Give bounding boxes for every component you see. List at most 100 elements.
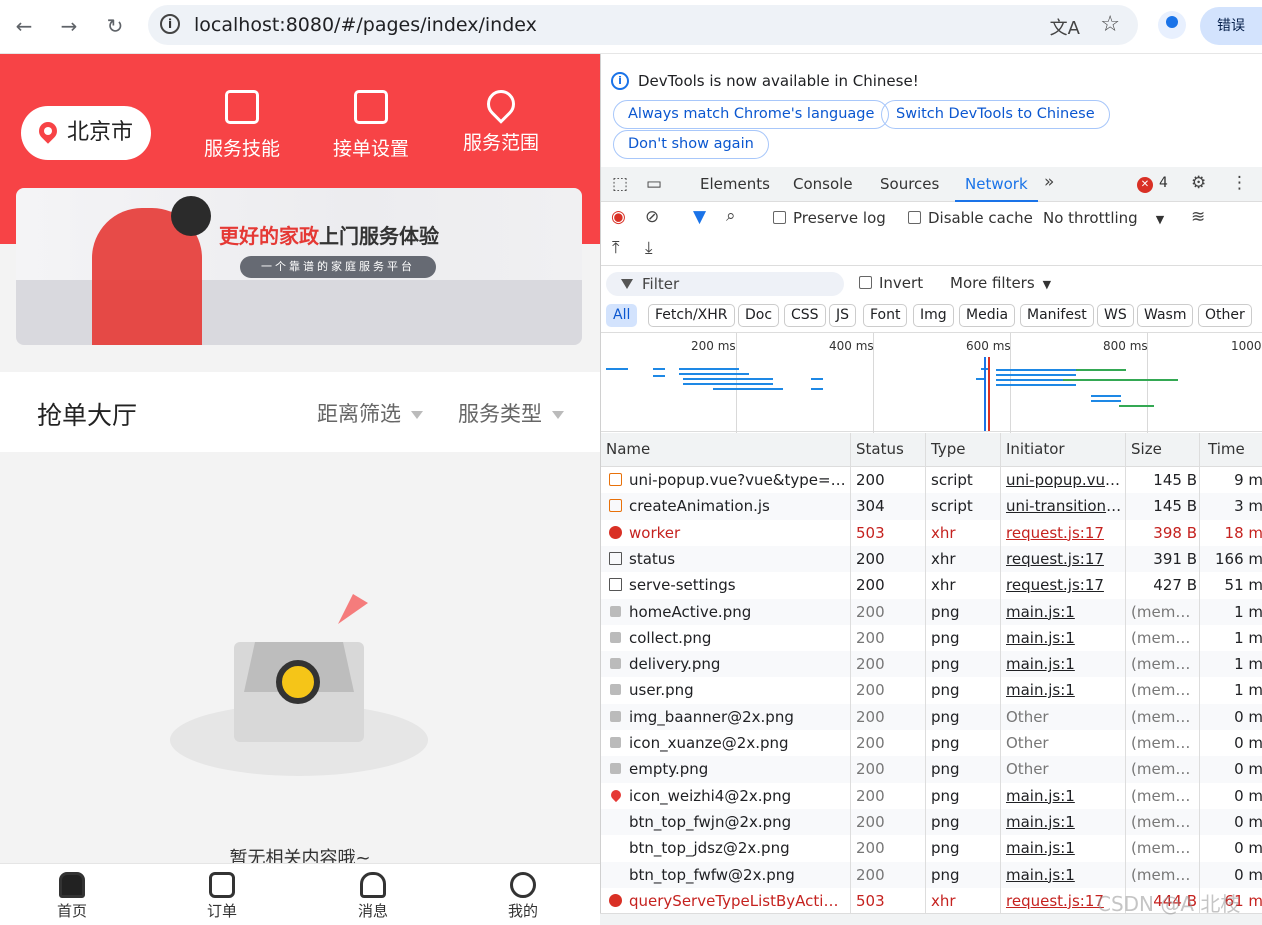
- tab-messages[interactable]: 消息: [323, 872, 423, 921]
- type-filter-all[interactable]: All: [606, 304, 638, 327]
- type-filter-other[interactable]: Other: [1198, 304, 1252, 327]
- type-filter-wasm[interactable]: Wasm: [1137, 304, 1194, 327]
- profile-avatar-icon[interactable]: [1158, 11, 1186, 39]
- table-row[interactable]: worker 503 xhr request.js:17 398 B 18 m: [601, 520, 1262, 546]
- table-row[interactable]: btn_top_fwfw@2x.png 200 png main.js:1 (memo.…: [601, 861, 1262, 888]
- cell-initiator[interactable]: uni-transition.vu: [1006, 497, 1124, 515]
- tab-elements[interactable]: Elements: [700, 175, 770, 193]
- cell-initiator[interactable]: main.js:1: [1006, 655, 1124, 673]
- more-options-icon[interactable]: ⋮: [1231, 173, 1248, 193]
- cell-status: 200: [856, 760, 885, 779]
- cell-initiator[interactable]: main.js:1: [1006, 629, 1124, 647]
- cell-initiator[interactable]: request.js:17: [1006, 550, 1124, 568]
- table-row[interactable]: icon_xuanze@2x.png 200 png Other (memo... 0 m: [601, 730, 1262, 756]
- col-status[interactable]: Status: [856, 440, 904, 458]
- city-selector[interactable]: 北京市: [21, 106, 151, 160]
- device-toolbar-icon[interactable]: ▭: [646, 174, 662, 194]
- star-icon[interactable]: ☆: [1100, 12, 1120, 37]
- type-filter-css[interactable]: CSS: [784, 304, 826, 327]
- type-filter-img[interactable]: Img: [913, 304, 954, 327]
- error-pill[interactable]: 错误: [1200, 7, 1262, 45]
- switch-to-chinese-button[interactable]: Switch DevTools to Chinese: [881, 100, 1110, 129]
- quick-order-settings[interactable]: 接单设置: [321, 90, 421, 161]
- tab-sources[interactable]: Sources: [880, 175, 939, 193]
- distance-filter[interactable]: 距离筛选: [317, 398, 423, 428]
- promo-banner[interactable]: 更好的家政上门服务体验 一个靠谱的家庭服务平台: [16, 188, 582, 345]
- address-bar[interactable]: i localhost:8080/#/pages/index/index 文A …: [148, 5, 1138, 45]
- tab-home[interactable]: 首页: [22, 872, 122, 921]
- cell-initiator[interactable]: main.js:1: [1006, 603, 1124, 621]
- cell-initiator[interactable]: main.js:1: [1006, 813, 1124, 831]
- inspect-element-icon[interactable]: ⬚: [612, 174, 628, 194]
- search-icon[interactable]: ⌕: [726, 206, 736, 226]
- service-type-filter[interactable]: 服务类型: [458, 398, 564, 428]
- col-size[interactable]: Size: [1131, 440, 1162, 458]
- table-row[interactable]: user.png 200 png main.js:1 (memo... 1 m: [601, 677, 1262, 703]
- invert-checkbox[interactable]: Invert: [859, 274, 923, 292]
- table-row[interactable]: collect.png 200 png main.js:1 (memo... 1 m: [601, 625, 1262, 651]
- cell-initiator[interactable]: main.js:1: [1006, 787, 1124, 805]
- import-har-icon[interactable]: ⤒: [612, 238, 620, 258]
- more-tabs-icon[interactable]: »: [1044, 172, 1054, 192]
- quick-service-area[interactable]: 服务范围: [451, 84, 551, 155]
- always-match-language-button[interactable]: Always match Chrome's language: [613, 100, 890, 129]
- table-row[interactable]: btn_top_jdsz@2x.png 200 png main.js:1 (memo.…: [601, 835, 1262, 861]
- cell-initiator[interactable]: request.js:17: [1006, 524, 1124, 542]
- tab-console[interactable]: Console: [793, 175, 853, 193]
- forward-arrow-icon[interactable]: →: [55, 12, 83, 40]
- type-filter-fetch[interactable]: Fetch/XHR: [648, 304, 735, 327]
- type-filter-font[interactable]: Font: [863, 304, 908, 327]
- col-type[interactable]: Type: [931, 440, 965, 458]
- load-event-line: [988, 357, 990, 431]
- table-row[interactable]: icon_weizhi4@2x.png 200 png main.js:1 (memo.…: [601, 783, 1262, 809]
- table-row[interactable]: delivery.png 200 png main.js:1 (memo... 1 m: [601, 651, 1262, 678]
- tab-mine[interactable]: 我的: [473, 872, 573, 921]
- type-filter-doc[interactable]: Doc: [738, 304, 780, 327]
- type-filter-manifest[interactable]: Manifest: [1020, 304, 1094, 327]
- url-text[interactable]: localhost:8080/#/pages/index/index: [194, 14, 537, 36]
- type-filter-ws[interactable]: WS: [1097, 304, 1134, 327]
- table-row[interactable]: btn_top_fwjn@2x.png 200 png main.js:1 (memo.…: [601, 808, 1262, 836]
- table-row[interactable]: status 200 xhr request.js:17 391 B 166 m: [601, 545, 1262, 573]
- watermark: CSDN @A 北枝: [1097, 892, 1241, 916]
- quick-service-skills[interactable]: 服务技能: [192, 90, 292, 161]
- back-arrow-icon[interactable]: ←: [10, 12, 38, 40]
- translate-icon[interactable]: 文A: [1050, 14, 1080, 40]
- notice-text: DevTools is now available in Chinese!: [638, 72, 919, 90]
- col-name[interactable]: Name: [606, 440, 650, 458]
- table-row[interactable]: empty.png 200 png Other (memo... 0 m: [601, 756, 1262, 783]
- network-conditions-icon[interactable]: ≋: [1191, 207, 1205, 227]
- export-har-icon[interactable]: ⤓: [645, 238, 653, 258]
- cell-initiator[interactable]: uni-popup.vue:4: [1006, 471, 1124, 489]
- tab-network[interactable]: Network: [955, 175, 1038, 202]
- dont-show-again-button[interactable]: Don't show again: [613, 130, 769, 159]
- throttling-select[interactable]: No throttling ▼: [1043, 209, 1164, 227]
- tab-orders[interactable]: 订单: [172, 872, 272, 921]
- cell-initiator[interactable]: main.js:1: [1006, 681, 1124, 699]
- record-stop-icon[interactable]: ◉: [611, 207, 626, 227]
- table-row[interactable]: serve-settings 200 xhr request.js:17 427 B 51…: [601, 572, 1262, 598]
- cell-initiator[interactable]: request.js:17: [1006, 576, 1124, 594]
- more-filters-dropdown[interactable]: More filters ▼: [950, 274, 1051, 292]
- col-time[interactable]: Time: [1208, 440, 1245, 458]
- network-timeline[interactable]: 200 ms 400 ms 600 ms 800 ms 1000: [601, 332, 1262, 433]
- filter-funnel-icon[interactable]: ▼: [693, 207, 706, 227]
- cell-initiator[interactable]: main.js:1: [1006, 866, 1124, 884]
- table-row[interactable]: uni-popup.vue?vue&type=s... 200 script uni-…: [601, 467, 1262, 493]
- site-info-icon[interactable]: i: [160, 14, 180, 34]
- disable-cache-checkbox[interactable]: Disable cache: [908, 209, 1033, 227]
- type-filter-media[interactable]: Media: [959, 304, 1016, 327]
- network-filter-input[interactable]: Filter: [606, 272, 844, 296]
- preserve-log-checkbox[interactable]: Preserve log: [773, 209, 886, 227]
- cell-initiator[interactable]: main.js:1: [1006, 839, 1124, 857]
- type-filter-js[interactable]: JS: [829, 304, 857, 327]
- clear-icon[interactable]: ⊘: [645, 207, 659, 227]
- reload-icon[interactable]: ↻: [101, 12, 129, 40]
- table-row[interactable]: createAnimation.js 304 script uni-transitio…: [601, 493, 1262, 520]
- table-row[interactable]: homeActive.png 200 png main.js:1 (memo... 1 m: [601, 598, 1262, 625]
- table-row[interactable]: img_baanner@2x.png 200 png Other (memo... 0 m: [601, 703, 1262, 730]
- error-count-badge[interactable]: ✕ 4: [1137, 175, 1168, 193]
- cell-name: btn_top_fwjn@2x.png: [629, 812, 792, 831]
- col-initiator[interactable]: Initiator: [1006, 440, 1065, 458]
- settings-gear-icon[interactable]: ⚙: [1191, 173, 1206, 193]
